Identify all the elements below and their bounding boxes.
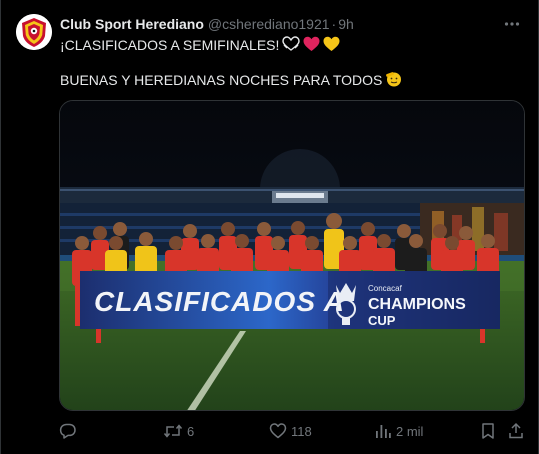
yellow-heart-emoji-icon [323,36,340,55]
share-icon [509,422,523,439]
reply-button[interactable] [59,422,81,440]
tweet-actions: 6 118 2 mil [55,419,524,443]
tweet-text-line-2: BUENAS Y HEREDIANAS NOCHES PARA TODOS [60,71,403,89]
banner-brand-cup: CUP [368,313,396,328]
views-count: 2 mil [396,423,424,439]
team-photo-image: CLASIFICADOS A Concacaf CHAMPIONS CUP [60,101,524,410]
user-handle[interactable]: @csherediano1921 [208,16,330,32]
tweet-text: BUENAS Y HEREDIANAS NOCHES PARA TODOS [60,72,383,88]
retweet-icon [163,424,183,438]
heart-icon [269,423,287,439]
qualified-banner: CLASIFICADOS A Concacaf CHAMPIONS CUP [80,271,500,329]
heart-hands-emoji-icon [282,35,301,55]
more-icon [504,22,520,26]
tweet-photo[interactable]: CLASIFICADOS A Concacaf CHAMPIONS CUP [59,100,525,411]
club-crest-icon [16,14,52,50]
avatar[interactable] [16,14,52,50]
banner-brand-big: CHAMPIONS [368,296,466,313]
tweet-text: ¡CLASIFICADOS A SEMIFINALES! [60,37,280,53]
bookmark-icon [482,423,494,439]
views-button[interactable]: 2 mil [374,422,423,440]
tweet-card[interactable]: Club Sport Herediano @csherediano1921 · … [0,0,539,454]
reply-icon [59,423,76,439]
tweet-header: Club Sport Herediano @csherediano1921 · … [60,14,498,34]
display-name[interactable]: Club Sport Herediano [60,16,204,32]
bookmark-button[interactable] [479,422,497,440]
red-heart-emoji-icon [303,36,320,55]
retweet-count: 6 [187,423,195,439]
banner-headline: CLASIFICADOS A [94,286,345,317]
saluting-face-emoji-icon [385,70,403,91]
separator-dot: · [331,16,337,32]
timestamp[interactable]: 9h [338,16,354,32]
like-button[interactable]: 118 [269,422,312,440]
like-count: 118 [291,423,312,439]
views-icon [376,425,391,438]
banner-brand-small: Concacaf [368,284,403,293]
tweet-text-line-1: ¡CLASIFICADOS A SEMIFINALES! [60,35,340,55]
share-button[interactable] [507,422,525,440]
more-button[interactable] [500,12,524,36]
retweet-button[interactable]: 6 [163,422,194,440]
